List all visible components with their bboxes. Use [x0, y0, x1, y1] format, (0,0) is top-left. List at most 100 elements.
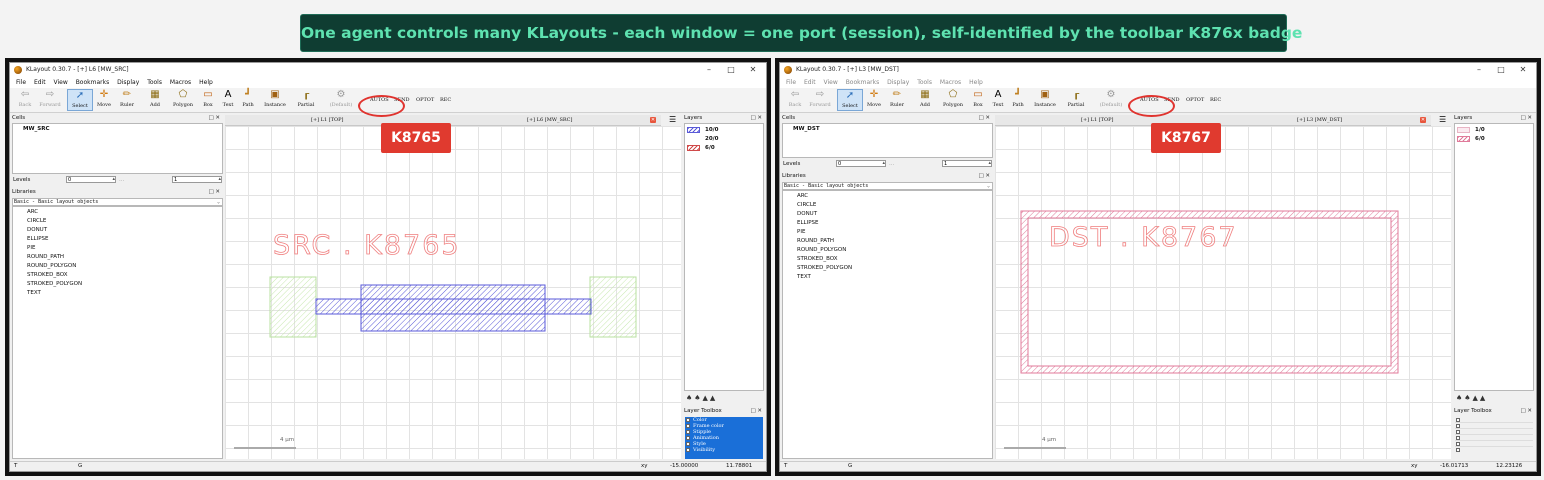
add-tool-button[interactable]: ▦ Add: [912, 89, 938, 111]
library-item[interactable]: PIE: [797, 229, 805, 235]
panel-float-close-icon[interactable]: □ ✕: [208, 114, 220, 123]
layout-canvas[interactable]: DST . K8767: [995, 126, 1451, 459]
blue-body[interactable]: [360, 284, 546, 332]
library-select[interactable]: Basic - Basic layout objects ⌄: [782, 182, 993, 190]
library-item[interactable]: STROKED_POLYGON: [27, 281, 82, 287]
hamburger-menu-icon[interactable]: ☰: [669, 115, 676, 124]
panel-float-close-icon[interactable]: □ ✕: [750, 114, 762, 123]
library-item[interactable]: CIRCLE: [797, 202, 816, 208]
panel-float-close-icon[interactable]: □ ✕: [1520, 114, 1532, 123]
panel-float-close-icon[interactable]: □ ✕: [750, 407, 762, 416]
toolbox-row[interactable]: [1455, 447, 1533, 453]
library-item[interactable]: DONUT: [797, 211, 817, 217]
select-tool-button[interactable]: ➚ Select: [837, 89, 863, 111]
klayout-window-dst[interactable]: KLayout 0.30.7 - [+] L3 [MW_DST] – □ ✕ F…: [779, 62, 1537, 472]
optot-tool[interactable]: OPTOT: [1186, 97, 1204, 103]
layer-swatch-1-0[interactable]: [1457, 127, 1470, 133]
minimize-icon[interactable]: –: [698, 63, 720, 77]
library-item[interactable]: TEXT: [797, 274, 811, 280]
library-item[interactable]: ROUND_PATH: [797, 238, 834, 244]
cell-tree[interactable]: MW_DST: [782, 123, 993, 158]
levels-to-spinbox[interactable]: 1: [942, 160, 992, 167]
tab-top[interactable]: [+] L1 [TOP]: [311, 115, 343, 125]
partial-tool-button[interactable]: ┎ Partial: [1063, 89, 1089, 111]
layer-action-buttons[interactable]: ♠♠▲▲: [1456, 393, 1487, 403]
maximize-icon[interactable]: □: [720, 63, 742, 77]
title-bar[interactable]: KLayout 0.30.7 - [+] L6 [MW_SRC] – □ ✕: [10, 63, 766, 77]
layout-label-text[interactable]: SRC . K8765: [273, 230, 461, 262]
tab-top[interactable]: [+] L1 [TOP]: [1081, 115, 1113, 125]
library-item[interactable]: STROKED_BOX: [27, 272, 68, 278]
menu-bookmarks[interactable]: Bookmarks: [846, 77, 880, 88]
library-select[interactable]: Basic - Basic layout objects ⌄: [12, 198, 223, 206]
cell-item[interactable]: MW_SRC: [23, 126, 50, 132]
menu-edit[interactable]: Edit: [804, 77, 816, 88]
levels-from-spinbox[interactable]: 0: [66, 176, 116, 183]
menu-tools[interactable]: Tools: [147, 77, 162, 88]
panel-float-close-icon[interactable]: □ ✕: [978, 114, 990, 123]
panel-float-close-icon[interactable]: □ ✕: [208, 188, 220, 197]
menu-macros[interactable]: Macros: [170, 77, 191, 88]
library-item[interactable]: ELLIPSE: [797, 220, 819, 226]
library-item[interactable]: ROUND_POLYGON: [797, 247, 846, 253]
menu-file[interactable]: File: [786, 77, 796, 88]
close-icon[interactable]: ✕: [742, 63, 764, 77]
green-pad-right[interactable]: [589, 276, 637, 338]
toolbox-visibility-row[interactable]: Visibility: [685, 447, 763, 453]
layer-item[interactable]: 1/0: [1475, 127, 1485, 133]
library-item[interactable]: PIE: [27, 245, 35, 251]
rec-tool[interactable]: REC: [1210, 97, 1221, 103]
title-bar[interactable]: KLayout 0.30.7 - [+] L3 [MW_DST] – □ ✕: [780, 63, 1536, 77]
path-tool-button[interactable]: ┛ Path: [235, 89, 261, 111]
levels-from-spinbox[interactable]: 0: [836, 160, 886, 167]
path-tool-button[interactable]: ┛ Path: [1005, 89, 1031, 111]
layout-canvas[interactable]: SRC . K8765: [225, 126, 681, 459]
menu-edit[interactable]: Edit: [34, 77, 46, 88]
menu-display[interactable]: Display: [117, 77, 139, 88]
tab-close-icon[interactable]: ✕: [650, 117, 656, 123]
levels-to-spinbox[interactable]: 1: [172, 176, 222, 183]
cell-item[interactable]: MW_DST: [793, 126, 820, 132]
library-item[interactable]: CIRCLE: [27, 218, 46, 224]
layer-swatch-6-0[interactable]: [1457, 136, 1470, 142]
layer-list[interactable]: 10/0 20/0 6/0: [684, 123, 764, 391]
polygon-tool-button[interactable]: ⬠ Polygon: [940, 89, 966, 111]
layer-item[interactable]: 6/0: [1475, 136, 1485, 142]
layer-swatch-10-0[interactable]: [687, 127, 700, 133]
menu-display[interactable]: Display: [887, 77, 909, 88]
panel-float-close-icon[interactable]: □ ✕: [1520, 407, 1532, 416]
layout-label-text[interactable]: DST . K8767: [1049, 222, 1238, 254]
menu-bookmarks[interactable]: Bookmarks: [76, 77, 110, 88]
hamburger-menu-icon[interactable]: ☰: [1439, 115, 1446, 124]
back-button[interactable]: ⇦ Back: [12, 89, 38, 111]
instance-tool-button[interactable]: ▣ Instance: [1032, 89, 1058, 111]
library-list[interactable]: ARC CIRCLE DONUT ELLIPSE PIE ROUND_PATH …: [782, 190, 993, 459]
menu-view[interactable]: View: [54, 77, 68, 88]
instance-tool-button[interactable]: ▣ Instance: [262, 89, 288, 111]
layer-item[interactable]: 10/0: [705, 127, 719, 133]
library-item[interactable]: ARC: [27, 209, 38, 215]
ruler-tool-button[interactable]: ✏ Ruler: [884, 89, 910, 111]
green-pad-left[interactable]: [269, 276, 317, 338]
default-mode-button[interactable]: ⚙ (Default): [1098, 89, 1124, 111]
optot-tool[interactable]: OPTOT: [416, 97, 434, 103]
library-item[interactable]: ROUND_PATH: [27, 254, 64, 260]
tab-close-icon[interactable]: ✕: [1420, 117, 1426, 123]
menu-macros[interactable]: Macros: [940, 77, 961, 88]
tab-current-layout[interactable]: [+] L6 [MW_SRC]: [527, 115, 572, 125]
close-icon[interactable]: ✕: [1512, 63, 1534, 77]
partial-tool-button[interactable]: ┎ Partial: [293, 89, 319, 111]
cell-tree[interactable]: MW_SRC: [12, 123, 223, 174]
back-button[interactable]: ⇦ Back: [782, 89, 808, 111]
minimize-icon[interactable]: –: [1468, 63, 1490, 77]
rec-tool[interactable]: REC: [440, 97, 451, 103]
library-item[interactable]: TEXT: [27, 290, 41, 296]
menu-tools[interactable]: Tools: [917, 77, 932, 88]
library-item[interactable]: ROUND_POLYGON: [27, 263, 76, 269]
polygon-tool-button[interactable]: ⬠ Polygon: [170, 89, 196, 111]
panel-float-close-icon[interactable]: □ ✕: [978, 172, 990, 181]
library-item[interactable]: DONUT: [27, 227, 47, 233]
library-item[interactable]: STROKED_BOX: [797, 256, 838, 262]
library-list[interactable]: ARC CIRCLE DONUT ELLIPSE PIE ROUND_PATH …: [12, 206, 223, 459]
layer-action-buttons[interactable]: ♠♠▲▲: [686, 393, 717, 403]
